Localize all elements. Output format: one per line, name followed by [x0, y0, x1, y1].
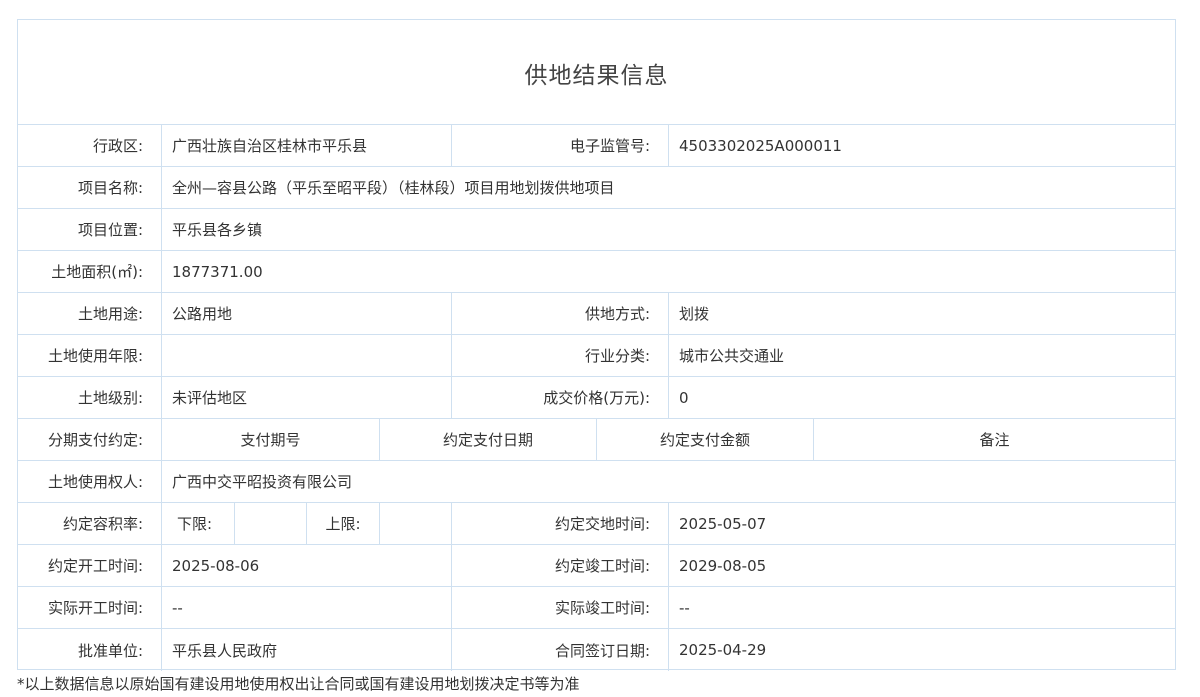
title-row: 供地结果信息	[18, 20, 1175, 125]
supervision-no-value: 4503302025A000011	[679, 136, 842, 155]
page-title: 供地结果信息	[524, 63, 669, 89]
row-approval: 批准单位: 平乐县人民政府 合同签订日期: 2025-04-29	[18, 629, 1175, 671]
delivery-time-label: 约定交地时间:	[452, 503, 669, 544]
use-years-label: 土地使用年限:	[18, 335, 162, 376]
plot-ratio-upper-label: 上限:	[307, 503, 380, 544]
planned-start-value: 2025-08-06	[162, 545, 452, 586]
planned-start-label: 约定开工时间:	[18, 545, 162, 586]
admin-region-value: 广西壮族自治区桂林市平乐县	[162, 125, 452, 166]
installment-label: 分期支付约定:	[18, 419, 162, 460]
right-holder-value: 广西中交平昭投资有限公司	[172, 473, 353, 491]
plot-ratio-lower-label: 下限:	[162, 503, 235, 544]
installment-header-period: 支付期号	[162, 419, 380, 460]
industry-label: 行业分类:	[452, 335, 669, 376]
row-project-name: 项目名称: 全州—容县公路（平乐至昭平段）（桂林段）项目用地划拨供地项目	[18, 167, 1175, 209]
contract-date-label: 合同签订日期:	[452, 629, 669, 671]
row-plot-ratio: 约定容积率: 下限: 上限: 约定交地时间: 2025-05-07	[18, 503, 1175, 545]
admin-region-label: 行政区:	[18, 125, 162, 166]
land-grade-value: 未评估地区	[162, 377, 452, 418]
installment-header-amount: 约定支付金额	[597, 419, 814, 460]
supply-result-table: 供地结果信息 行政区: 广西壮族自治区桂林市平乐县 电子监管号: 4503302…	[17, 19, 1176, 671]
row-land-area: 土地面积(㎡): 1877371.00	[18, 251, 1175, 293]
actual-start-label: 实际开工时间:	[18, 587, 162, 628]
deal-price-label: 成交价格(万元):	[452, 377, 669, 418]
row-right-holder: 土地使用权人: 广西中交平昭投资有限公司	[18, 461, 1175, 503]
installment-header-date: 约定支付日期	[380, 419, 597, 460]
right-holder-label: 土地使用权人:	[18, 461, 162, 502]
contract-date-value: 2025-04-29	[679, 641, 767, 659]
row-use-years: 土地使用年限: 行业分类: 城市公共交通业	[18, 335, 1175, 377]
project-name-label: 项目名称:	[18, 167, 162, 208]
supply-method-value: 划拨	[679, 305, 710, 323]
row-land-grade: 土地级别: 未评估地区 成交价格(万元): 0	[18, 377, 1175, 419]
row-planned-start: 约定开工时间: 2025-08-06 约定竣工时间: 2029-08-05	[18, 545, 1175, 587]
actual-completion-value: --	[679, 598, 690, 617]
plot-ratio-upper-value	[380, 503, 452, 544]
actual-completion-label: 实际竣工时间:	[452, 587, 669, 628]
row-land-use: 土地用途: 公路用地 供地方式: 划拨	[18, 293, 1175, 335]
industry-value: 城市公共交通业	[679, 347, 785, 365]
installment-header-remark: 备注	[979, 431, 1010, 449]
actual-start-value: --	[162, 587, 452, 628]
project-name-value: 全州—容县公路（平乐至昭平段）（桂林段）项目用地划拨供地项目	[172, 179, 615, 197]
planned-completion-label: 约定竣工时间:	[452, 545, 669, 586]
row-installment: 分期支付约定: 支付期号 约定支付日期 约定支付金额 备注	[18, 419, 1175, 461]
approval-unit-label: 批准单位:	[18, 629, 162, 671]
row-actual-start: 实际开工时间: -- 实际竣工时间: --	[18, 587, 1175, 629]
plot-ratio-label: 约定容积率:	[18, 503, 162, 544]
land-use-value: 公路用地	[162, 293, 452, 334]
supply-method-label: 供地方式:	[452, 293, 669, 334]
project-location-value: 平乐县各乡镇	[172, 221, 263, 239]
delivery-time-value: 2025-05-07	[679, 514, 767, 533]
row-admin-region: 行政区: 广西壮族自治区桂林市平乐县 电子监管号: 4503302025A000…	[18, 125, 1175, 167]
footnote: *以上数据信息以原始国有建设用地使用权出让合同或国有建设用地划拨决定书等为准	[17, 675, 580, 693]
supervision-no-label: 电子监管号:	[452, 125, 669, 166]
row-project-location: 项目位置: 平乐县各乡镇	[18, 209, 1175, 251]
plot-ratio-lower-value	[235, 503, 307, 544]
project-location-label: 项目位置:	[18, 209, 162, 250]
land-grade-label: 土地级别:	[18, 377, 162, 418]
land-use-label: 土地用途:	[18, 293, 162, 334]
planned-completion-value: 2029-08-05	[679, 556, 767, 575]
land-area-value: 1877371.00	[172, 262, 263, 281]
deal-price-value: 0	[679, 388, 689, 407]
use-years-value	[162, 335, 452, 376]
approval-unit-value: 平乐县人民政府	[162, 629, 452, 671]
land-area-label: 土地面积(㎡):	[18, 251, 162, 292]
